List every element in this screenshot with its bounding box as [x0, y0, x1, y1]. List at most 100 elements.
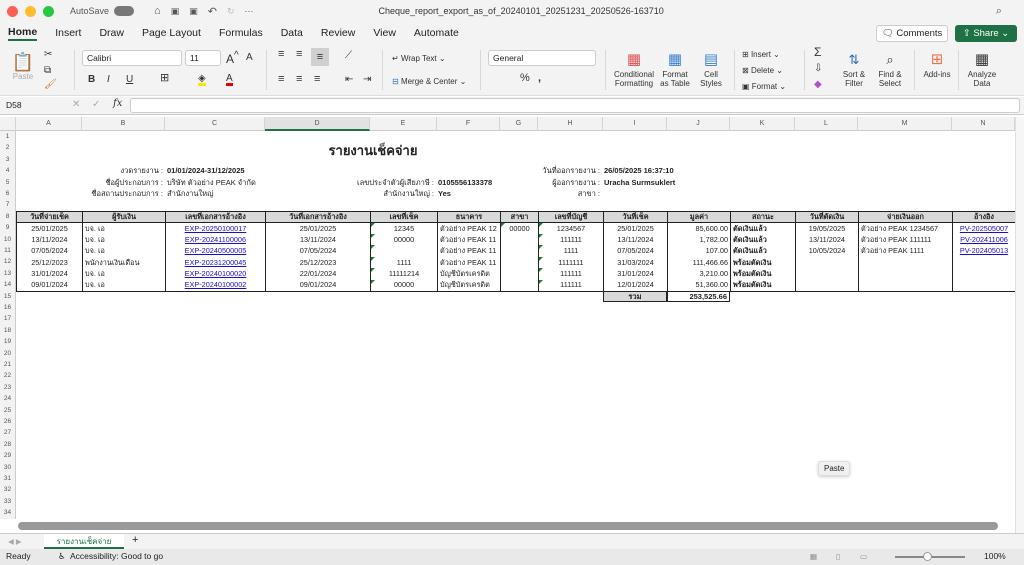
- table-cell[interactable]: 07/05/2024: [16, 245, 83, 257]
- table-cell[interactable]: [795, 268, 859, 280]
- underline-button[interactable]: U: [126, 75, 133, 85]
- row-header[interactable]: 21: [0, 359, 16, 371]
- table-row[interactable]: 25/12/2023 พนักงานเงินเดือน EXP-2023120004…: [16, 256, 1015, 269]
- table-cell[interactable]: ตัดเงินแล้ว: [730, 245, 796, 257]
- table-cell[interactable]: 31/01/2024: [603, 268, 668, 280]
- payment-voucher-link[interactable]: PV-202505007: [960, 224, 1008, 233]
- column-header[interactable]: L: [795, 117, 858, 131]
- close-window-button[interactable]: [7, 5, 18, 17]
- minimize-window-button[interactable]: [25, 5, 36, 17]
- cut-icon[interactable]: ✂: [44, 50, 52, 60]
- align-top-icon[interactable]: ≡: [278, 49, 284, 60]
- table-row[interactable]: 13/11/2024 บจ. เอ EXP-20241100006 13/11/202…: [16, 234, 1015, 246]
- prev-sheet-icon[interactable]: ◀ ▶: [8, 536, 22, 547]
- table-cell[interactable]: 111111: [538, 234, 604, 246]
- reference-doc-link[interactable]: EXP-20250100017: [185, 224, 247, 233]
- tab-page-layout[interactable]: Page Layout: [142, 27, 201, 39]
- font-size-select[interactable]: 11: [185, 50, 221, 66]
- insert-button[interactable]: ⊞ Insert ⌄: [742, 50, 780, 59]
- normal-view-icon[interactable]: ▦: [810, 551, 817, 562]
- table-cell[interactable]: 09/01/2024: [265, 279, 371, 292]
- column-header[interactable]: F: [437, 117, 500, 131]
- font-color-icon[interactable]: A: [226, 74, 233, 86]
- table-cell[interactable]: 31/03/2024: [603, 256, 668, 269]
- find-select-button[interactable]: ⌕ Find & Select: [872, 50, 908, 88]
- row-header[interactable]: 26: [0, 416, 16, 428]
- row-header[interactable]: 34: [0, 507, 16, 519]
- table-cell[interactable]: 1111111: [538, 256, 604, 269]
- table-cell[interactable]: ตัวอย่าง PEAK 1111: [858, 245, 953, 257]
- table-row[interactable]: 09/01/2024 บจ. เอ EXP-20240100002 09/01/202…: [16, 279, 1015, 292]
- increase-font-icon[interactable]: A^: [226, 51, 239, 66]
- table-cell[interactable]: บจ. เอ: [82, 234, 166, 246]
- row-header[interactable]: 17: [0, 313, 16, 325]
- table-cell[interactable]: [952, 268, 1015, 280]
- row-header[interactable]: 29: [0, 450, 16, 462]
- percent-button[interactable]: %: [520, 73, 530, 84]
- row-header[interactable]: 20: [0, 347, 16, 359]
- table-cell[interactable]: [500, 256, 539, 269]
- table-row[interactable]: 31/01/2024 บจ. เอ EXP-20240100020 22/01/202…: [16, 268, 1015, 280]
- column-header[interactable]: A: [16, 117, 82, 131]
- row-header[interactable]: 6: [0, 188, 16, 200]
- fill-icon[interactable]: ⇩: [814, 64, 822, 74]
- table-cell[interactable]: 22/01/2024: [265, 268, 371, 280]
- table-cell[interactable]: 00000: [500, 222, 539, 235]
- borders-icon[interactable]: ⊞: [160, 73, 169, 84]
- page-break-view-icon[interactable]: ▭: [860, 551, 867, 562]
- column-header[interactable]: J: [667, 117, 730, 131]
- table-cell[interactable]: [795, 279, 859, 292]
- payment-voucher-link[interactable]: PV-202405013: [960, 246, 1008, 255]
- italic-button[interactable]: I: [107, 75, 110, 85]
- table-cell[interactable]: [500, 268, 539, 280]
- table-cell[interactable]: ตัวอย่าง PEAK 11: [437, 256, 501, 269]
- cell-styles-button[interactable]: ▤ Cell Styles: [696, 50, 726, 88]
- paste-tooltip[interactable]: Paste: [818, 461, 851, 476]
- table-cell[interactable]: 111,466.66: [667, 256, 731, 269]
- reference-doc-link[interactable]: EXP-20231200045: [185, 258, 247, 267]
- table-cell[interactable]: บัญชีบัตรเครดิต: [437, 268, 501, 280]
- number-format-select[interactable]: General: [488, 50, 596, 66]
- column-header[interactable]: I: [603, 117, 667, 131]
- worksheet-grid[interactable]: รายงานเช็คจ่าย งวดรายงาน : 01/01/2024-31/…: [0, 131, 1015, 519]
- tab-formulas[interactable]: Formulas: [219, 27, 263, 39]
- wrap-text-button[interactable]: ↵ Wrap Text ⌄: [392, 54, 446, 63]
- tab-view[interactable]: View: [373, 27, 396, 39]
- bold-button[interactable]: B: [88, 75, 95, 85]
- delete-button[interactable]: ⊠ Delete ⌄: [742, 66, 783, 75]
- format-painter-icon[interactable]: 🖌: [44, 80, 57, 90]
- table-cell[interactable]: [952, 279, 1015, 292]
- table-cell[interactable]: [500, 234, 539, 246]
- table-cell[interactable]: ตัวอย่าง PEAK 1234567: [858, 222, 953, 235]
- row-header[interactable]: 12: [0, 256, 16, 268]
- format-button[interactable]: ▣ Format ⌄: [742, 82, 786, 91]
- table-cell[interactable]: 1,782.00: [667, 234, 731, 246]
- cancel-icon[interactable]: ✕: [72, 100, 80, 110]
- column-header[interactable]: G: [500, 117, 538, 131]
- sheet-tab[interactable]: รายงานเช็คจ่าย: [44, 534, 124, 549]
- font-name-select[interactable]: Calibri: [82, 50, 182, 66]
- table-cell[interactable]: 1111: [370, 256, 438, 269]
- function-icon[interactable]: fx: [113, 99, 122, 109]
- table-cell[interactable]: 11111214: [370, 268, 438, 280]
- table-cell[interactable]: 10/05/2024: [795, 245, 859, 257]
- table-cell[interactable]: 25/12/2023: [16, 256, 83, 269]
- row-header[interactable]: 23: [0, 381, 16, 394]
- table-cell[interactable]: 25/12/2023: [265, 256, 371, 269]
- row-header[interactable]: 22: [0, 370, 16, 382]
- table-cell[interactable]: [795, 256, 859, 269]
- align-left-icon[interactable]: ≡: [278, 74, 284, 85]
- table-cell[interactable]: ตัดเงินแล้ว: [730, 234, 796, 246]
- row-header[interactable]: 5: [0, 176, 16, 188]
- table-cell[interactable]: 1111: [538, 245, 604, 257]
- orientation-icon[interactable]: ⟋: [345, 51, 352, 61]
- row-header[interactable]: 18: [0, 324, 16, 337]
- add-ins-button[interactable]: ⊞ Add-ins: [920, 50, 954, 79]
- align-middle-icon[interactable]: ≡: [296, 49, 302, 60]
- clear-icon[interactable]: ◆: [814, 80, 822, 90]
- share-button[interactable]: ⇪ Share ⌄: [955, 25, 1017, 42]
- row-header[interactable]: 8: [0, 210, 16, 223]
- table-cell[interactable]: 111111: [538, 268, 604, 280]
- column-header[interactable]: C: [165, 117, 265, 131]
- reference-doc-link[interactable]: EXP-20240500005: [185, 246, 247, 255]
